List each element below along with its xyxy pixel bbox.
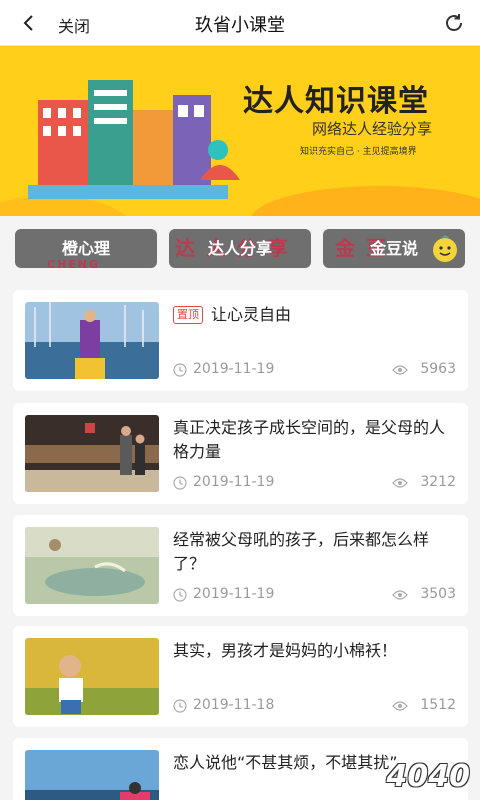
tab-label: 金豆说 <box>369 239 418 258</box>
site-watermark: 4040 <box>386 759 471 794</box>
tab-label: 橙心理 <box>61 239 110 258</box>
views-eye-icon <box>392 701 408 711</box>
article-thumbnail-painting <box>25 527 159 604</box>
tab-label: 达人分享 <box>207 239 272 258</box>
tab-cheng-psychology[interactable]: CHENG 橙心理 <box>15 229 157 268</box>
books-building-illustration <box>28 80 240 199</box>
article-view-count: 3212 <box>420 474 456 490</box>
article-meta: 2019-11-19 5963 <box>173 361 458 379</box>
clock-icon <box>173 699 187 713</box>
banner-headline: 达人知识课堂 <box>243 84 429 119</box>
tab-golden-bean-talk[interactable]: 金 豆 金豆说 <box>323 229 465 268</box>
promo-banner[interactable]: 达人知识课堂 网络达人经验分享 知识充实自己 · 主见提高境界 <box>0 46 480 216</box>
page-title: 玖省小课堂 <box>195 15 285 36</box>
article-card[interactable]: 真正决定孩子成长空间的，是父母的人格力量 2019-11-19 3212 <box>13 403 468 504</box>
clock-icon <box>173 476 187 490</box>
article-view-count: 1512 <box>420 697 456 713</box>
top-bar: 关闭 玖省小课堂 <box>0 0 480 46</box>
article-date: 2019-11-19 <box>193 474 275 490</box>
article-meta: 2019-11-18 1512 <box>173 697 458 715</box>
article-date: 2019-11-19 <box>193 361 275 377</box>
article-thumbnail-harbor <box>25 302 159 379</box>
article-thumbnail-boy <box>25 638 159 715</box>
views-eye-icon <box>392 478 408 488</box>
article-meta: 2019-11-19 3212 <box>173 474 458 492</box>
article-title: 其实，男孩才是妈妈的小棉袄！ <box>173 641 398 660</box>
tab-expert-sharing[interactable]: 达 人 分 享 达人分享 <box>169 229 311 268</box>
article-card[interactable]: 置顶 让心灵自由 2019-11-19 5963 <box>13 290 468 391</box>
article-title: 置顶 让心灵自由 <box>173 303 458 327</box>
article-title: 真正决定孩子成长空间的，是父母的人格力量 <box>173 418 446 461</box>
article-view-count: 3503 <box>420 586 456 602</box>
banner-subtitle: 网络达人经验分享 <box>312 120 433 138</box>
pinned-badge: 置顶 <box>173 306 203 324</box>
article-thumbnail-couple <box>25 750 159 800</box>
bean-mascot-icon <box>433 235 457 262</box>
article-date: 2019-11-19 <box>193 586 275 602</box>
refresh-icon[interactable] <box>442 11 466 35</box>
views-eye-icon <box>392 365 408 375</box>
views-eye-icon <box>392 590 408 600</box>
article-thumbnail-bakery <box>25 415 159 492</box>
banner-tagline: 知识充实自己 · 主见提高境界 <box>300 147 417 157</box>
article-meta: 2019-11-19 3503 <box>173 586 458 604</box>
article-date: 2019-11-18 <box>193 697 275 713</box>
article-card[interactable]: 经常被父母吼的孩子，后来都怎么样了？ 2019-11-19 3503 <box>13 515 468 616</box>
article-title: 经常被父母吼的孩子，后来都怎么样了？ <box>173 530 430 573</box>
clock-icon <box>173 363 187 377</box>
article-card[interactable]: 其实，男孩才是妈妈的小棉袄！ 2019-11-18 1512 <box>13 626 468 727</box>
clock-icon <box>173 588 187 602</box>
banner-decoration <box>250 186 480 216</box>
article-view-count: 5963 <box>420 361 456 377</box>
